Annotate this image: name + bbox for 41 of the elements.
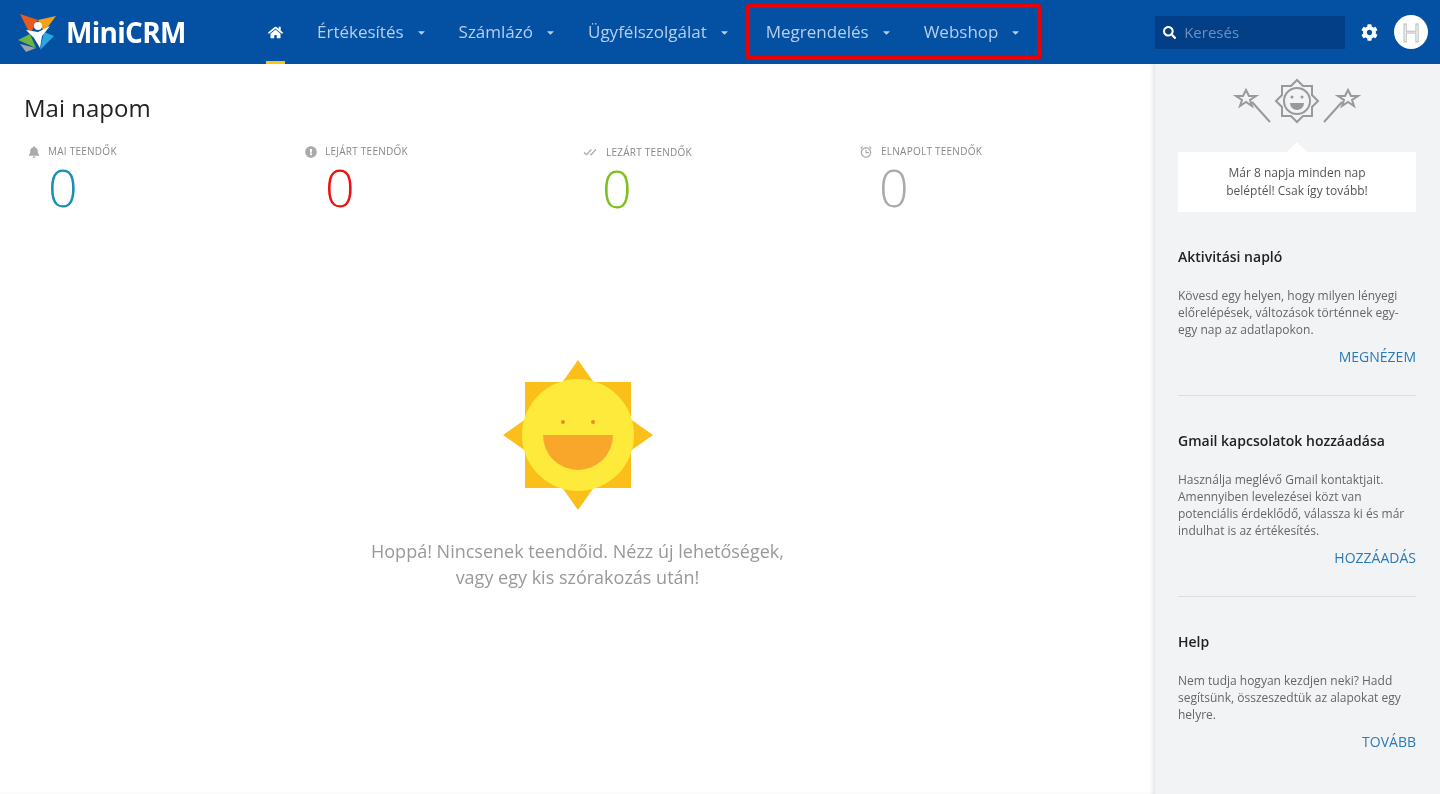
exclamation-icon bbox=[305, 145, 317, 158]
nav-menu[interactable]: Megrendelés bbox=[749, 8, 908, 56]
search-input[interactable]: Keresés bbox=[1184, 20, 1337, 44]
active-indicator bbox=[266, 61, 285, 64]
bell-icon bbox=[28, 145, 40, 158]
nav-menu[interactable]: Webshop bbox=[907, 8, 1038, 56]
card-text: Nem tudja hogyan kezdjen neki? Hadd segítsünk, összeszedtük az alapokat egy helyre. bbox=[1178, 672, 1402, 723]
home-icon bbox=[268, 24, 283, 40]
stat-value: 0 bbox=[878, 161, 909, 213]
nav-label: Számlázó bbox=[458, 19, 533, 45]
settings-icon[interactable] bbox=[1361, 23, 1378, 41]
empty-state-message: Hoppá! Nincsenek teendőid. Nézz új lehetőségek, vagy egy kis szórakozás után! bbox=[370, 538, 785, 590]
nav-menu[interactable]: Értékesítés bbox=[301, 0, 443, 64]
card-title: Aktivitási napló bbox=[1178, 246, 1284, 267]
page-title: Mai napom bbox=[24, 90, 151, 126]
streak-text: Már 8 napja minden nap beléptél! Csak így tovább! bbox=[1225, 164, 1369, 200]
stat-label: LEZÁRT TEENDŐK bbox=[606, 144, 692, 160]
card-link[interactable]: MEGNÉZEM bbox=[1338, 346, 1416, 367]
card-text: Használja meglévő Gmail kontaktjait. Amennyiben levelezései közt van potenciális érdeklődő, válassza ki és már indulhat is az értékesítés. bbox=[1178, 471, 1406, 539]
stat-value: 0 bbox=[601, 162, 632, 214]
nav-label: Megrendelés bbox=[765, 19, 869, 45]
card-title: Gmail kapcsolatok hozzáadása bbox=[1178, 430, 1386, 451]
card-title: Help bbox=[1178, 631, 1211, 652]
card-link[interactable]: TOVÁBB bbox=[1362, 731, 1416, 752]
nav-menu[interactable]: Számlázó bbox=[442, 0, 572, 64]
brand-name: MiniCRM bbox=[66, 12, 186, 53]
nav-menu[interactable]: Ügyfélszolgálat bbox=[572, 0, 746, 64]
card-link[interactable]: HOZZÁADÁS bbox=[1334, 547, 1416, 568]
stat-label: LEJÁRT TEENDŐK bbox=[325, 144, 408, 159]
stat-label: ELNAPOLT TEENDŐK bbox=[881, 144, 983, 159]
card-text: Kövesd egy helyen, hogy milyen lényegi előrelépések, változások történnek egy-egy nap az adatlapokon. bbox=[1178, 287, 1400, 338]
stat-value: 0 bbox=[47, 161, 78, 213]
search-icon bbox=[1163, 24, 1177, 40]
nav-label: Webshop bbox=[923, 19, 999, 45]
nav-label: Ügyfélszolgálat bbox=[588, 19, 707, 45]
stat-value: 0 bbox=[324, 161, 355, 213]
nav-label: Értékesítés bbox=[317, 19, 404, 45]
logo-icon bbox=[16, 12, 58, 52]
search-field[interactable]: Keresés bbox=[1155, 15, 1345, 49]
stat-label: MAI TEENDŐK bbox=[48, 144, 117, 159]
alarm-clock-icon bbox=[859, 144, 873, 159]
